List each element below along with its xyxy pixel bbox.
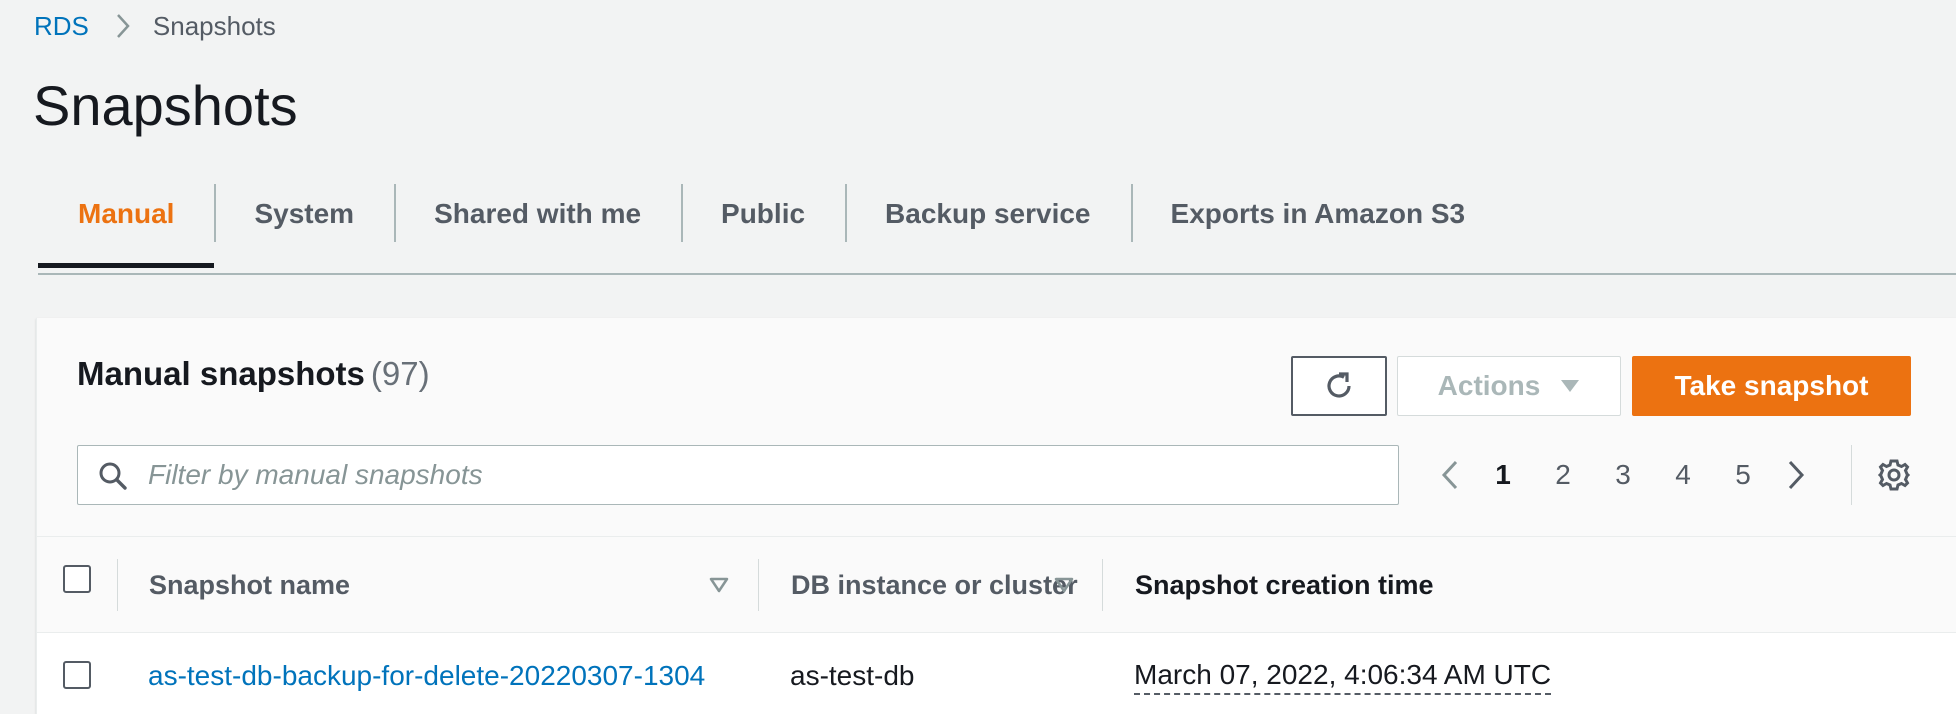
- actions-dropdown[interactable]: Actions: [1397, 356, 1621, 416]
- take-snapshot-button[interactable]: Take snapshot: [1632, 356, 1911, 416]
- table-row: as-test-db-backup-for-delete-20220307-13…: [37, 633, 1956, 714]
- column-header-db-instance[interactable]: DB instance or cluster: [791, 537, 1078, 633]
- breadcrumb-current: Snapshots: [152, 11, 276, 41]
- tab-label: Backup service: [885, 197, 1091, 229]
- column-divider: [758, 559, 759, 611]
- actions-label: Actions: [1437, 370, 1541, 401]
- search-field: [77, 445, 1399, 505]
- snapshot-name-link[interactable]: as-test-db-backup-for-delete-20220307-13…: [148, 633, 705, 714]
- page-2[interactable]: 2: [1533, 459, 1593, 491]
- sort-down-icon[interactable]: [1054, 577, 1074, 593]
- refresh-button[interactable]: [1291, 356, 1387, 416]
- creation-time-text[interactable]: March 07, 2022, 4:06:34 AM UTC: [1134, 657, 1552, 695]
- snapshot-count: (97): [370, 355, 430, 392]
- panel-title-text: Manual snapshots: [77, 355, 365, 392]
- snapshot-tabs: Manual System Shared with me Public Back…: [38, 180, 1956, 275]
- select-all-checkbox[interactable]: [63, 565, 91, 593]
- tab-manual[interactable]: Manual: [38, 166, 215, 268]
- tab-label: System: [254, 197, 355, 229]
- column-divider: [1102, 559, 1103, 611]
- panel-header: Manual snapshots (97) Actions Take snapsh…: [37, 318, 1956, 537]
- tab-backup-service[interactable]: Backup service: [845, 166, 1130, 261]
- db-instance-cell: as-test-db: [790, 660, 915, 691]
- breadcrumb: RDS Snapshots: [34, 10, 276, 42]
- column-header-creation-time[interactable]: Snapshot creation time: [1135, 537, 1434, 633]
- chevron-right-icon: [115, 13, 131, 39]
- page-4[interactable]: 4: [1653, 459, 1713, 491]
- creation-time-cell: March 07, 2022, 4:06:34 AM UTC: [1134, 633, 1552, 714]
- page-5[interactable]: 5: [1713, 459, 1773, 491]
- breadcrumb-rds-link[interactable]: RDS: [34, 10, 89, 42]
- page-title: Snapshots: [33, 74, 298, 137]
- chevron-left-icon[interactable]: [1427, 460, 1473, 490]
- tab-public[interactable]: Public: [681, 166, 845, 261]
- gear-icon[interactable]: [1877, 458, 1911, 492]
- refresh-icon: [1327, 372, 1351, 398]
- pagination: 1 2 3 4 5: [1427, 445, 1819, 505]
- page-1[interactable]: 1: [1473, 459, 1533, 491]
- tab-label: Public: [721, 197, 806, 229]
- tab-label: Manual: [78, 197, 175, 229]
- column-header-snapshot-name[interactable]: Snapshot name: [149, 537, 350, 633]
- tab-exports-s3[interactable]: Exports in Amazon S3: [1130, 166, 1506, 261]
- caret-down-icon: [1561, 380, 1580, 392]
- tab-label: Shared with me: [434, 197, 642, 229]
- tab-shared-with-me[interactable]: Shared with me: [394, 166, 681, 261]
- tab-system[interactable]: System: [214, 166, 394, 261]
- search-icon: [99, 462, 127, 490]
- manual-snapshots-panel: Manual snapshots (97) Actions Take snapsh…: [36, 318, 1956, 714]
- tab-label: Exports in Amazon S3: [1170, 197, 1466, 229]
- panel-title: Manual snapshots (97): [77, 354, 430, 394]
- row-checkbox[interactable]: [63, 661, 91, 689]
- sort-down-icon[interactable]: [709, 577, 729, 593]
- column-divider: [117, 559, 118, 611]
- pager-divider: [1851, 445, 1852, 505]
- search-input[interactable]: [78, 446, 1398, 504]
- page-3[interactable]: 3: [1593, 459, 1653, 491]
- chevron-right-icon[interactable]: [1773, 460, 1819, 490]
- table-header: Snapshot name DB instance or cluster Sna…: [37, 537, 1956, 633]
